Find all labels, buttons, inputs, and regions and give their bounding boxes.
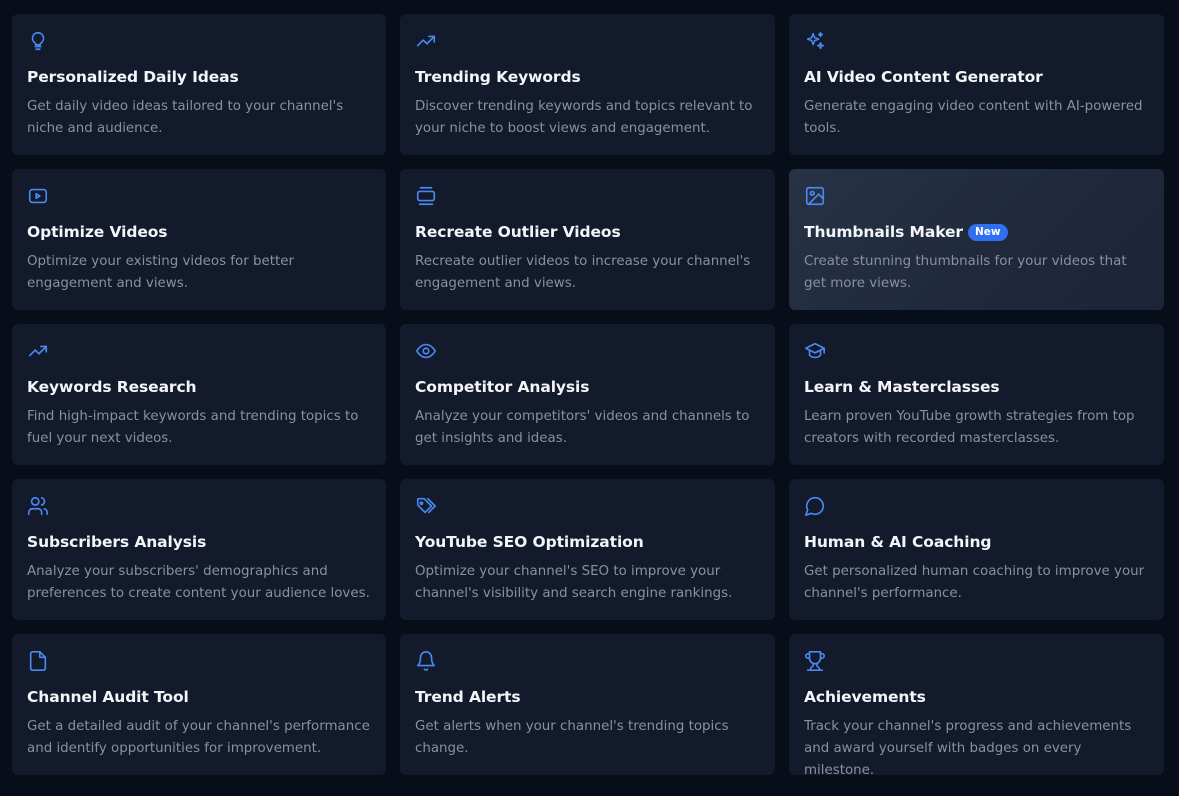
card-title-row: Trending Keywords <box>415 66 581 88</box>
card-description: Recreate outlier videos to increase your… <box>415 254 751 291</box>
card-title-row: Competitor Analysis <box>415 376 589 398</box>
card-recreate-outlier-videos[interactable]: Recreate Outlier Videos Recreate outlier… <box>400 169 775 310</box>
card-title: Learn & Masterclasses <box>804 378 1000 396</box>
graduation-cap-icon <box>804 340 826 362</box>
card-title: Competitor Analysis <box>415 378 590 396</box>
card-title: Keywords Research <box>27 378 197 396</box>
card-description: Generate engaging video content with AI-… <box>804 99 1143 136</box>
video-play-icon <box>27 185 49 207</box>
card-title-row: YouTube SEO Optimization <box>415 531 644 553</box>
card-description: Find high-impact keywords and trending t… <box>27 409 359 446</box>
card-title: Achievements <box>804 688 926 706</box>
lightbulb-icon <box>27 30 49 52</box>
card-title-row: Keywords Research <box>27 376 197 398</box>
card-title: AI Video Content Generator <box>804 68 1043 86</box>
card-ai-video-content-generator[interactable]: AI Video Content Generator Generate enga… <box>789 14 1164 155</box>
file-icon <box>27 650 49 672</box>
bell-icon <box>415 650 437 672</box>
card-title: YouTube SEO Optimization <box>415 533 644 551</box>
card-channel-audit-tool[interactable]: Channel Audit Tool Get a detailed audit … <box>12 634 386 775</box>
card-title: Optimize Videos <box>27 223 168 241</box>
new-badge: New <box>967 223 1008 241</box>
image-icon <box>804 185 826 207</box>
card-description: Optimize your existing videos for better… <box>27 254 294 291</box>
card-description: Get a detailed audit of your channel's p… <box>27 719 370 756</box>
card-title-row: Channel Audit Tool <box>27 686 189 708</box>
card-title: Personalized Daily Ideas <box>27 68 239 86</box>
card-subscribers-analysis[interactable]: Subscribers Analysis Analyze your subscr… <box>12 479 386 620</box>
card-title-row: Learn & Masterclasses <box>804 376 1000 398</box>
chat-bubble-icon <box>804 495 826 517</box>
card-trend-alerts[interactable]: Trend Alerts Get alerts when your channe… <box>400 634 775 775</box>
card-description: Analyze your subscribers' demographics a… <box>27 564 370 601</box>
card-achievements[interactable]: Achievements Track your channel's progre… <box>789 634 1164 775</box>
trending-up-icon <box>27 340 49 362</box>
card-title-row: AI Video Content Generator <box>804 66 1043 88</box>
card-title: Thumbnails Maker <box>804 223 963 241</box>
card-title: Subscribers Analysis <box>27 533 207 551</box>
card-title-row: Achievements <box>804 686 926 708</box>
tags-icon <box>415 495 437 517</box>
card-title: Channel Audit Tool <box>27 688 189 706</box>
card-learn-masterclasses[interactable]: Learn & Masterclasses Learn proven YouTu… <box>789 324 1164 465</box>
card-competitor-analysis[interactable]: Competitor Analysis Analyze your competi… <box>400 324 775 465</box>
card-human-ai-coaching[interactable]: Human & AI Coaching Get personalized hum… <box>789 479 1164 620</box>
card-title: Trending Keywords <box>415 68 581 86</box>
card-title-row: Human & AI Coaching <box>804 531 991 553</box>
card-description: Get daily video ideas tailored to your c… <box>27 99 344 136</box>
card-description: Track your channel's progress and achiev… <box>804 719 1132 775</box>
sparkles-icon <box>804 30 826 52</box>
card-optimize-videos[interactable]: Optimize Videos Optimize your existing v… <box>12 169 386 310</box>
card-youtube-seo-optimization[interactable]: YouTube SEO Optimization Optimize your c… <box>400 479 775 620</box>
card-trending-keywords[interactable]: Trending Keywords Discover trending keyw… <box>400 14 775 155</box>
card-description: Optimize your channel's SEO to improve y… <box>415 564 733 601</box>
card-title-row: Personalized Daily Ideas <box>27 66 239 88</box>
card-title-row: Subscribers Analysis <box>27 531 206 553</box>
card-title: Human & AI Coaching <box>804 533 992 551</box>
card-description: Discover trending keywords and topics re… <box>415 99 753 136</box>
card-keywords-research[interactable]: Keywords Research Find high-impact keywo… <box>12 324 386 465</box>
stack-icon <box>415 185 437 207</box>
card-title-row: Optimize Videos <box>27 221 168 243</box>
feature-grid: Personalized Daily Ideas Get daily video… <box>12 14 1164 775</box>
card-title: Recreate Outlier Videos <box>415 223 621 241</box>
eye-icon <box>415 340 437 362</box>
trending-up-icon <box>415 30 437 52</box>
trophy-icon <box>804 650 826 672</box>
card-title-row: Recreate Outlier Videos <box>415 221 621 243</box>
card-title-row: Trend Alerts <box>415 686 521 708</box>
card-description: Learn proven YouTube growth strategies f… <box>804 409 1135 446</box>
card-description: Get alerts when your channel's trending … <box>415 719 729 756</box>
card-title-row: Thumbnails Maker New <box>804 221 1008 243</box>
card-personalized-daily-ideas[interactable]: Personalized Daily Ideas Get daily video… <box>12 14 386 155</box>
card-description: Analyze your competitors' videos and cha… <box>415 409 750 446</box>
card-description: Get personalized human coaching to impro… <box>804 564 1145 601</box>
card-title: Trend Alerts <box>415 688 521 706</box>
card-description: Create stunning thumbnails for your vide… <box>804 254 1127 291</box>
card-thumbnails-maker[interactable]: Thumbnails Maker New Create stunning thu… <box>789 169 1164 310</box>
users-icon <box>27 495 49 517</box>
